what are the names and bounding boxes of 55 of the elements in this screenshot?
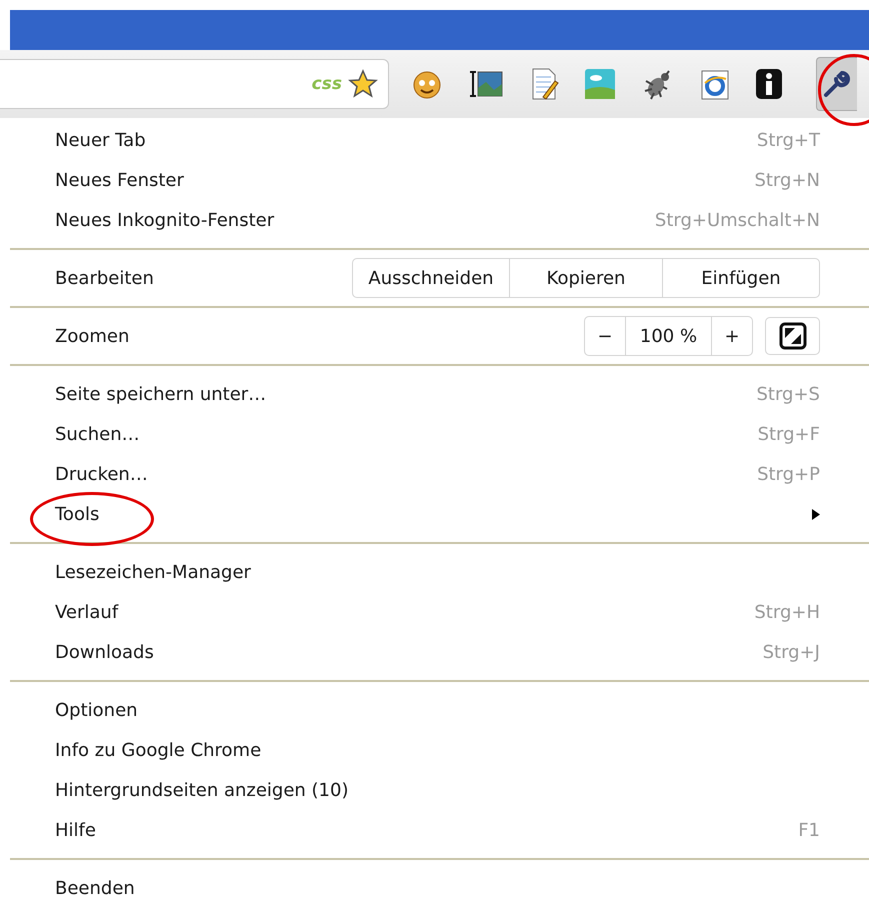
menu-item[interactable]: Lesezeichen-Manager — [10, 552, 869, 592]
menu-item[interactable]: Neuer Tab Strg+T — [10, 120, 869, 160]
menu-item[interactable]: Neues Fenster Strg+N — [10, 160, 869, 200]
menu-item-label: Downloads — [55, 642, 155, 662]
menu-item[interactable]: Neues Inkognito-Fenster Strg+Umschalt+N — [10, 200, 869, 240]
menu-item[interactable]: Tools — [10, 494, 869, 534]
menu-item-label: Seite speichern unter… — [55, 384, 268, 404]
menu-item[interactable]: Drucken… Strg+P — [10, 454, 869, 494]
menu-item-label: Optionen — [55, 700, 139, 720]
fullscreen-icon — [778, 322, 806, 350]
menu-button[interactable] — [816, 57, 857, 111]
zoom-out-button[interactable]: − — [585, 317, 625, 355]
wrench-icon — [822, 69, 852, 99]
menu-item-label: Info zu Google Chrome — [55, 740, 262, 760]
menu-item[interactable]: Hilfe F1 — [10, 810, 869, 850]
menu-item-label: Neues Fenster — [55, 170, 185, 190]
menu-item[interactable]: Downloads Strg+J — [10, 632, 869, 672]
menu-item-label: Beenden — [55, 878, 136, 898]
fullscreen-button[interactable] — [765, 317, 820, 355]
menu-item-label: Suchen… — [55, 424, 141, 444]
menu-item-label: Verlauf — [55, 602, 120, 622]
shortcut-label: Strg+P — [757, 464, 820, 484]
landscape-icon[interactable] — [584, 68, 616, 100]
menu-item-label: Drucken… — [55, 464, 149, 484]
menu-item[interactable]: Suchen… Strg+F — [10, 414, 869, 454]
star-icon[interactable] — [348, 69, 378, 99]
menu-item[interactable]: Hintergrundseiten anzeigen (10) — [10, 770, 869, 810]
menu-item-label: Neuer Tab — [55, 130, 147, 150]
zoom-level: 100 % — [625, 317, 712, 355]
zoom-in-button[interactable]: + — [712, 317, 752, 355]
menu-item-label: Hintergrundseiten anzeigen (10) — [55, 780, 350, 800]
shortcut-label: Strg+T — [756, 130, 820, 150]
shortcut-label: F1 — [798, 820, 820, 840]
shortcut-label: Strg+S — [756, 384, 820, 404]
menu-item[interactable]: Seite speichern unter… Strg+S — [10, 374, 869, 414]
shortcut-label: Strg+Umschalt+N — [654, 210, 820, 230]
edit-button[interactable]: Ausschneiden — [353, 259, 509, 297]
edit-button[interactable]: Kopieren — [509, 259, 662, 297]
menu-item-label: Lesezeichen-Manager — [55, 562, 252, 582]
menu-item-label: Tools — [55, 504, 100, 524]
menu-item[interactable]: Optionen — [10, 690, 869, 730]
menu-item[interactable]: Verlauf Strg+H — [10, 592, 869, 632]
image-icon[interactable] — [468, 68, 504, 100]
menu-item[interactable]: Beenden — [10, 868, 869, 900]
menu-item-label: Hilfe — [55, 820, 97, 840]
menu-item-label: Zoomen — [55, 326, 130, 346]
menu-item[interactable]: Info zu Google Chrome — [10, 730, 869, 770]
edit-button[interactable]: Einfügen — [662, 259, 819, 297]
shortcut-label: Strg+N — [754, 170, 820, 190]
shortcut-label: Strg+J — [762, 642, 820, 662]
menu-item-label: Neues Inkognito-Fenster — [55, 210, 276, 230]
shortcut-label: Strg+H — [754, 602, 820, 622]
info-icon[interactable] — [754, 68, 783, 100]
shortcut-label: Strg+F — [758, 424, 820, 444]
menu-item-label: Bearbeiten — [55, 268, 155, 288]
